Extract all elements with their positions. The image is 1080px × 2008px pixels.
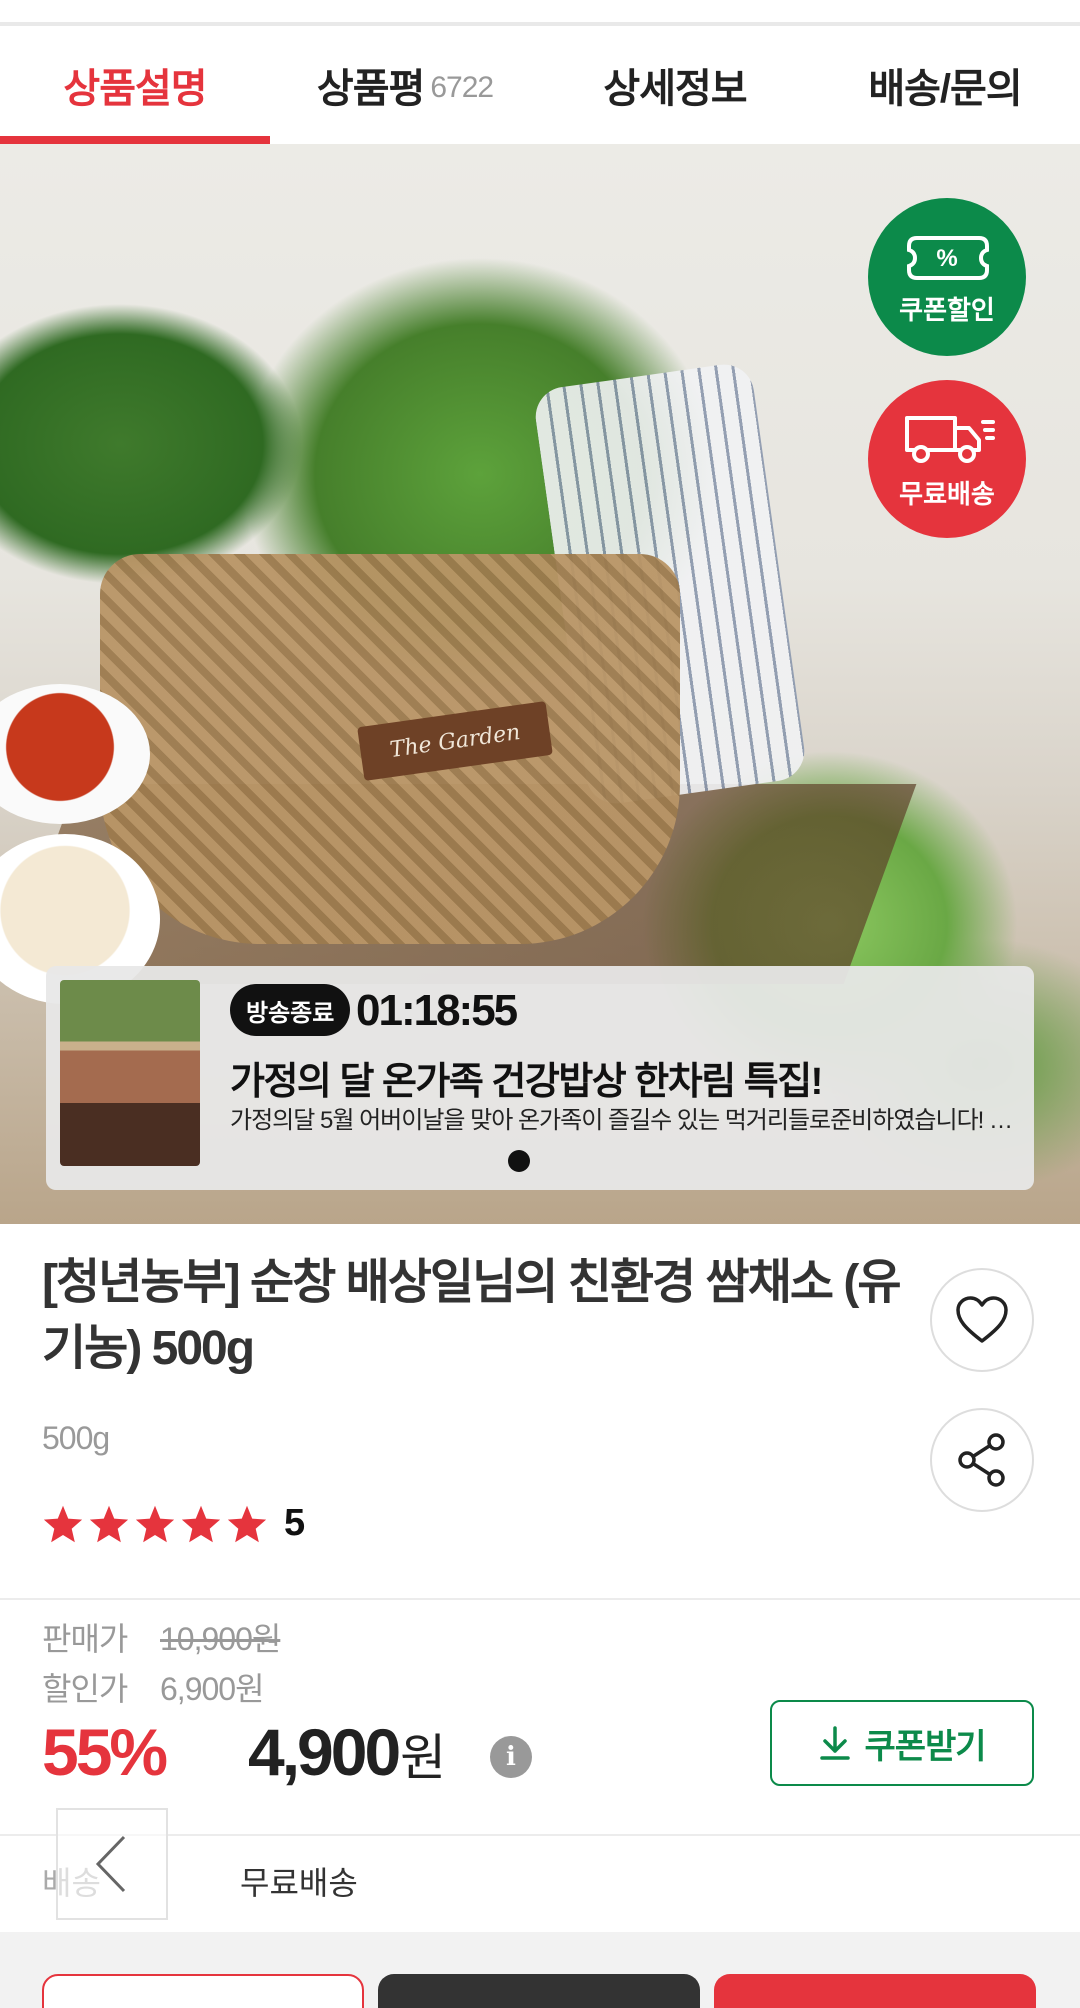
live-broadcast-banner[interactable]: 방송종료 01:18:55 가정의 달 온가족 건강밥상 한차림 특집! 가정의…	[46, 966, 1034, 1190]
shipping-badge-label: 무료배송	[899, 478, 995, 509]
coupon-percent-label: %	[936, 245, 957, 272]
price-info-icon[interactable]: i	[490, 1736, 532, 1778]
back-button[interactable]	[56, 1808, 168, 1920]
bottom-outline-button[interactable]	[42, 1974, 364, 2008]
coupon-ticket-icon: %	[907, 235, 989, 280]
product-title: [청년농부] 순창 배상일님의 친환경 쌈채소 (유기농) 500g	[42, 1256, 902, 1375]
tab-details[interactable]: 상세정보	[540, 26, 810, 144]
review-count: 6722	[430, 71, 494, 104]
star-icon	[43, 1505, 83, 1542]
rating-value: 5	[284, 1502, 306, 1544]
wishlist-button[interactable]	[930, 1268, 1034, 1372]
product-tabs: 상품설명 상품평 6722 상세정보 배송/문의	[0, 26, 1080, 144]
broadcast-thumbnail	[60, 980, 200, 1166]
get-coupon-label: 쿠폰받기	[864, 1727, 986, 1766]
truck-icon	[905, 415, 995, 463]
heart-icon	[956, 1296, 1008, 1343]
carousel-indicator[interactable]	[508, 1150, 530, 1172]
broadcast-title: 가정의 달 온가족 건강밥상 한차림 특집!	[230, 1061, 823, 1103]
rating-stars: 5	[42, 1502, 305, 1545]
coupon-badge-label: 쿠폰할인	[899, 294, 995, 325]
coupon-discount-badge[interactable]: % 쿠폰할인	[868, 198, 1026, 356]
chevron-left-icon	[95, 1835, 126, 1893]
share-icon	[958, 1433, 1005, 1487]
tab-details-label: 상세정보	[603, 67, 747, 111]
star-icon	[89, 1505, 129, 1542]
tab-shipping-inquiry[interactable]: 배송/문의	[810, 26, 1080, 144]
discount-price-label: 할인가	[42, 1671, 128, 1707]
free-shipping-badge[interactable]: 무료배송	[868, 380, 1026, 538]
download-icon	[820, 1726, 851, 1760]
product-hero-image: The Garden % 쿠폰할인 무료배송 방송종료 01:18:55 가정의…	[0, 144, 1080, 1224]
final-price-unit: 원	[400, 1730, 446, 1786]
star-icon	[181, 1505, 221, 1542]
shipping-value: 무료배송	[240, 1865, 358, 1901]
tab-reviews[interactable]: 상품평 6722	[270, 26, 540, 144]
final-price: 4,900원	[248, 1714, 446, 1790]
section-divider	[0, 1598, 1080, 1600]
star-icon	[227, 1505, 267, 1542]
bottom-dark-button[interactable]	[378, 1974, 700, 2008]
broadcast-description: 가정의달 5월 어버이날을 맞아 온가족이 즐길수 있는 먹거리들로준비하였습니…	[230, 1107, 1020, 1134]
get-coupon-button[interactable]: 쿠폰받기	[770, 1700, 1034, 1786]
final-price-value: 4,900	[248, 1715, 401, 1789]
tab-shipping-label: 배송/문의	[868, 67, 1022, 111]
broadcast-time: 01:18:55	[356, 986, 518, 1035]
bottom-buy-button[interactable]	[714, 1974, 1036, 2008]
tab-description-label: 상품설명	[63, 67, 207, 111]
broadcast-status-badge: 방송종료	[230, 984, 351, 1036]
discount-rate: 55%	[42, 1715, 168, 1789]
sale-price-label: 판매가	[42, 1621, 128, 1657]
discount-price-value: 6,900원	[160, 1671, 265, 1707]
discount-price-row: 할인가 6,900원	[42, 1664, 265, 1710]
sale-price-row: 판매가 10,900원	[42, 1614, 281, 1660]
tab-reviews-label: 상품평	[316, 67, 425, 111]
product-option: 500g	[42, 1420, 110, 1456]
tab-description[interactable]: 상품설명	[0, 26, 270, 144]
star-icon	[135, 1505, 175, 1542]
sale-price-value: 10,900원	[160, 1621, 281, 1657]
share-button[interactable]	[930, 1408, 1034, 1512]
